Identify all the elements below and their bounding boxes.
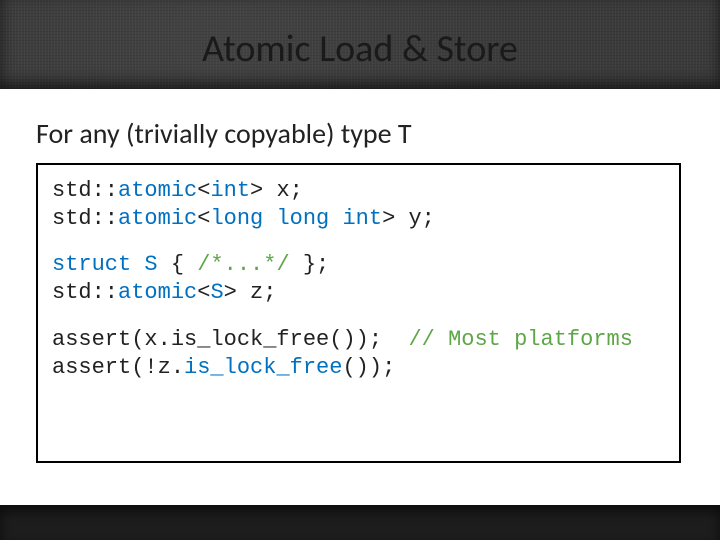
code-token: < bbox=[197, 280, 210, 305]
code-token: > x; bbox=[250, 178, 303, 203]
code-keyword: long long int bbox=[210, 206, 382, 231]
code-line-3: struct S { /*...*/ }; bbox=[52, 251, 665, 279]
code-token: < bbox=[197, 178, 210, 203]
code-keyword: atomic bbox=[118, 206, 197, 231]
header-band: Atomic Load & Store bbox=[0, 0, 720, 89]
code-line-5: assert(x.is_lock_free()); // Most platfo… bbox=[52, 326, 665, 354]
code-token: < bbox=[197, 206, 210, 231]
intro-text: For any (trivially copyable) type T bbox=[36, 116, 412, 151]
code-keyword: int bbox=[210, 178, 250, 203]
code-spacer bbox=[52, 308, 665, 326]
code-token: }; bbox=[290, 252, 330, 277]
code-box: std::atomic<int> x; std::atomic<long lon… bbox=[36, 163, 681, 463]
code-token: > y; bbox=[382, 206, 435, 231]
footer-band bbox=[0, 505, 720, 540]
code-token: { bbox=[158, 252, 198, 277]
code-line-2: std::atomic<long long int> y; bbox=[52, 205, 665, 233]
code-token: std:: bbox=[52, 206, 118, 231]
code-keyword: atomic bbox=[118, 178, 197, 203]
code-comment: // Most platforms bbox=[408, 327, 632, 352]
slide: Atomic Load & Store For any (trivially c… bbox=[0, 0, 720, 540]
code-token: std:: bbox=[52, 280, 118, 305]
code-token: > z; bbox=[224, 280, 277, 305]
code-token: ()); bbox=[342, 355, 395, 380]
code-line-4: std::atomic<S> z; bbox=[52, 279, 665, 307]
code-token: std:: bbox=[52, 178, 118, 203]
code-line-6: assert(!z.is_lock_free()); bbox=[52, 354, 665, 382]
code-keyword: struct bbox=[52, 252, 144, 277]
code-spacer bbox=[52, 233, 665, 251]
code-funcname: is_lock_free bbox=[184, 355, 342, 380]
code-token: assert(x.is_lock_free()); bbox=[52, 327, 408, 352]
code-token: assert(!z. bbox=[52, 355, 184, 380]
code-keyword: atomic bbox=[118, 280, 197, 305]
slide-title: Atomic Load & Store bbox=[0, 26, 720, 72]
slide-content: For any (trivially copyable) type T std:… bbox=[0, 89, 720, 505]
code-keyword: S bbox=[144, 252, 157, 277]
code-line-1: std::atomic<int> x; bbox=[52, 177, 665, 205]
code-keyword: S bbox=[210, 280, 223, 305]
code-comment: /*...*/ bbox=[197, 252, 289, 277]
